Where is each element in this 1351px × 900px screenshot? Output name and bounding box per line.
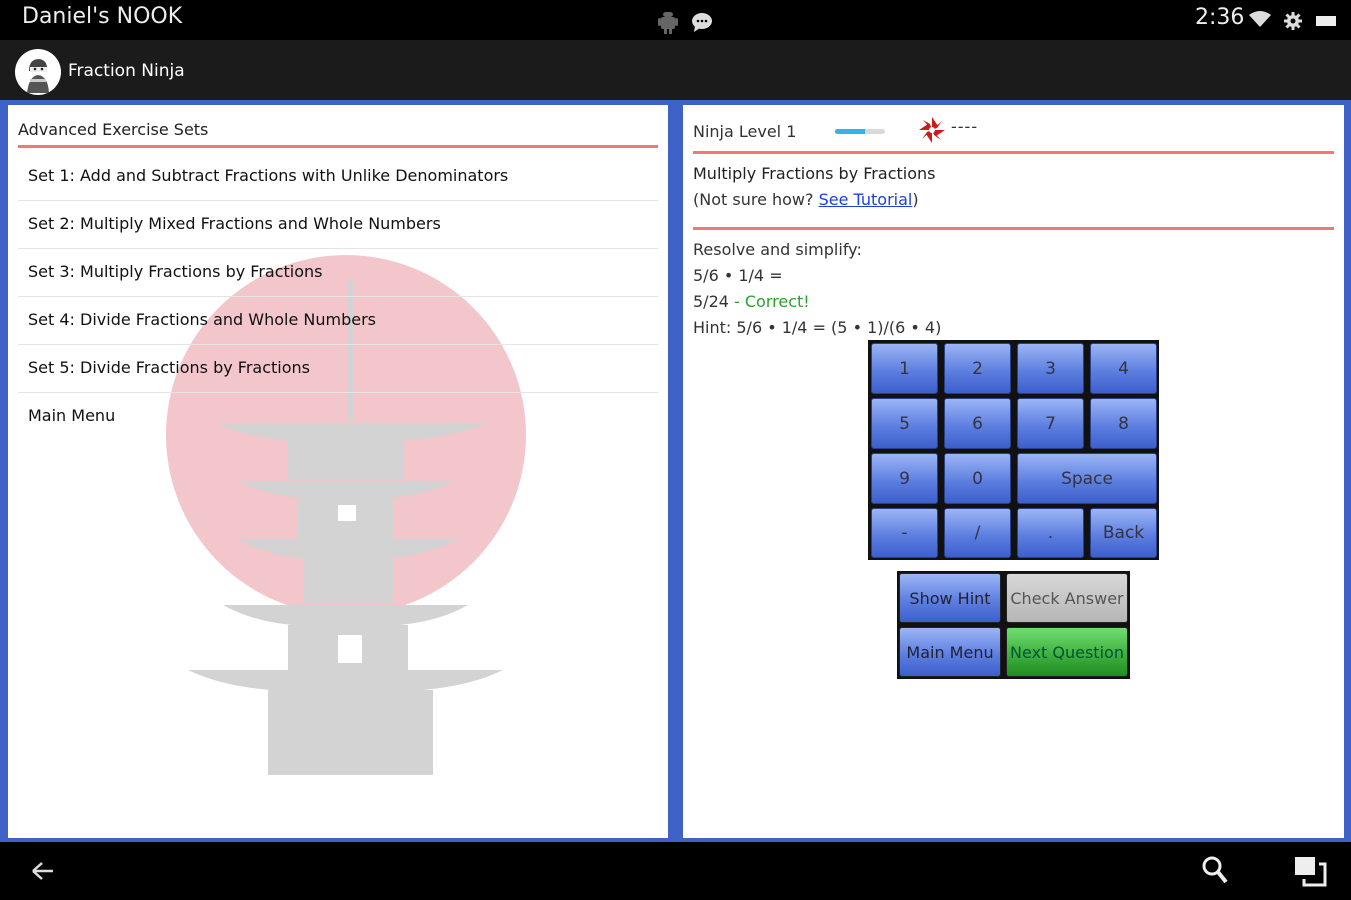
ninja-level-label: Ninja Level 1 (693, 122, 797, 141)
back-arrow-icon[interactable] (30, 860, 56, 882)
topic-divider (693, 227, 1334, 230)
key-3[interactable]: 3 (1017, 343, 1084, 394)
battery-icon (1316, 16, 1336, 26)
list-item-set-2[interactable]: Set 2: Multiply Mixed Fractions and Whol… (18, 202, 658, 249)
problem-text: 5/6 • 1/4 = (693, 266, 783, 285)
check-answer-button[interactable]: Check Answer (1006, 573, 1128, 623)
topic-title: Multiply Fractions by Fractions (693, 164, 936, 183)
key-dot[interactable]: . (1017, 508, 1084, 558)
exercise-panel: Ninja Level 1 ---- Multiply Fractions by… (683, 105, 1344, 838)
list-item-set-4[interactable]: Set 4: Divide Fractions and Whole Number… (18, 298, 658, 345)
key-1[interactable]: 1 (871, 343, 938, 394)
next-question-button[interactable]: Next Question (1006, 627, 1128, 677)
level-progress-fill (835, 129, 865, 134)
instruction-text: Resolve and simplify: (693, 240, 862, 259)
key-back[interactable]: Back (1090, 508, 1157, 558)
key-2[interactable]: 2 (944, 343, 1011, 394)
number-keypad: 1 2 3 4 5 6 7 8 9 0 Space - / . Back (868, 340, 1159, 560)
settings-icon[interactable] (1283, 11, 1303, 31)
tutorial-prompt-prefix: (Not sure how? (693, 190, 819, 209)
key-slash[interactable]: / (944, 508, 1011, 558)
content-area: Advanced Exercise Sets Set 1: Add and Su… (0, 100, 1351, 842)
answer-status: - Correct! (728, 292, 810, 311)
action-buttons: Show Hint Check Answer Main Menu Next Qu… (897, 571, 1130, 679)
tutorial-prompt: (Not sure how? See Tutorial) (693, 190, 919, 209)
ninja-logo-icon[interactable] (15, 49, 61, 95)
app-title: Fraction Ninja (68, 61, 185, 81)
list-item-set-5[interactable]: Set 5: Divide Fractions by Fractions (18, 346, 658, 393)
level-divider (693, 151, 1334, 154)
answer-value: 5/24 (693, 292, 729, 311)
list-item-label: Set 2: Multiply Mixed Fractions and Whol… (28, 214, 441, 233)
search-icon[interactable] (1200, 854, 1230, 886)
tutorial-prompt-suffix: ) (912, 190, 919, 209)
key-5[interactable]: 5 (871, 398, 938, 449)
star-progress: ---- (951, 117, 979, 136)
main-menu-button[interactable]: Main Menu (899, 627, 1001, 677)
key-9[interactable]: 9 (871, 453, 938, 504)
chat-icon (692, 13, 712, 32)
shuriken-icon (919, 117, 945, 143)
list-item-set-1[interactable]: Set 1: Add and Subtract Fractions with U… (18, 154, 658, 201)
clock: 2:36 (1195, 5, 1245, 30)
list-item-label: Set 4: Divide Fractions and Whole Number… (28, 310, 376, 329)
status-bar: Daniel's NOOK 2:36 (0, 0, 1351, 40)
hint-text: Hint: 5/6 • 1/4 = (5 • 1)/(6 • 4) (693, 318, 942, 337)
key-7[interactable]: 7 (1017, 398, 1084, 449)
wifi-icon (1249, 11, 1271, 27)
action-bar (0, 40, 1351, 100)
show-hint-button[interactable]: Show Hint (899, 573, 1001, 623)
key-0[interactable]: 0 (944, 453, 1011, 504)
android-icon (658, 12, 678, 34)
list-item-set-3[interactable]: Set 3: Multiply Fractions by Fractions (18, 250, 658, 297)
list-item-main-menu[interactable]: Main Menu (18, 394, 658, 441)
answer-line: 5/24 - Correct! (693, 292, 810, 311)
notification-icons (652, 8, 722, 36)
key-8[interactable]: 8 (1090, 398, 1157, 449)
key-4[interactable]: 4 (1090, 343, 1157, 394)
recent-apps-icon[interactable] (1292, 854, 1328, 888)
navigation-bar (0, 842, 1351, 900)
list-item-label: Set 5: Divide Fractions by Fractions (28, 358, 310, 377)
list-item-label: Set 1: Add and Subtract Fractions with U… (28, 166, 509, 185)
device-name: Daniel's NOOK (22, 4, 183, 29)
list-item-label: Set 3: Multiply Fractions by Fractions (28, 262, 323, 281)
key-6[interactable]: 6 (944, 398, 1011, 449)
key-space[interactable]: Space (1017, 453, 1157, 504)
exercise-sets-header: Advanced Exercise Sets (18, 120, 209, 139)
see-tutorial-link[interactable]: See Tutorial (819, 190, 913, 209)
header-divider (18, 145, 658, 148)
key-minus[interactable]: - (871, 508, 938, 558)
exercise-sets-panel: Advanced Exercise Sets Set 1: Add and Su… (8, 105, 668, 838)
list-item-label: Main Menu (28, 406, 116, 425)
level-progress-bar (835, 129, 885, 134)
